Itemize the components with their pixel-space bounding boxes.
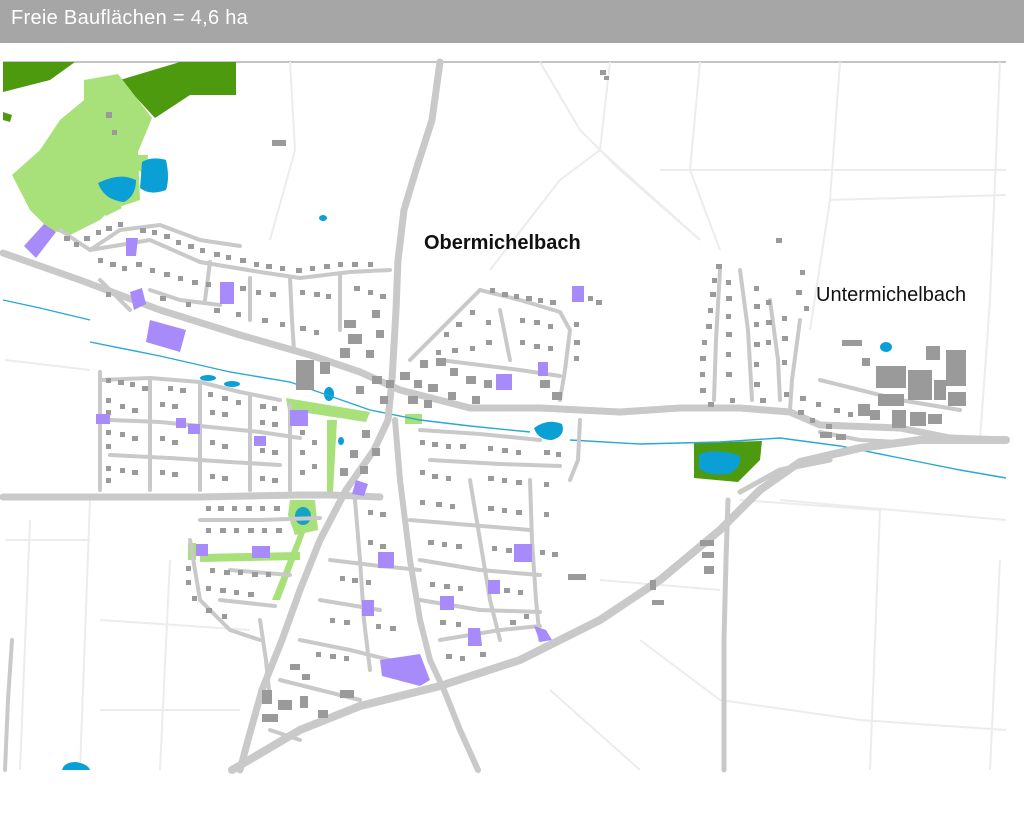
free-plot: [538, 362, 548, 376]
free-plot: [572, 286, 584, 302]
free-plot: [362, 600, 374, 616]
free-plot: [468, 628, 482, 646]
free-plot: [514, 544, 532, 562]
free-plot: [254, 436, 266, 446]
free-plot: [534, 626, 552, 642]
free-plot: [126, 238, 138, 256]
free-plot: [252, 546, 270, 558]
free-plot: [496, 374, 512, 390]
free-plot: [378, 552, 394, 568]
map-view[interactable]: Obermichelbach Untermichelbach: [0, 0, 1024, 819]
free-plot: [188, 424, 200, 434]
place-label-obermichelbach: Obermichelbach: [424, 232, 581, 254]
free-plot: [220, 282, 234, 304]
free-plot: [440, 596, 454, 610]
place-label-untermichelbach: Untermichelbach: [816, 284, 966, 306]
free-plot: [176, 418, 186, 428]
free-plot: [24, 224, 56, 258]
free-plot: [196, 544, 208, 556]
free-plot: [290, 410, 308, 426]
free-plot: [146, 320, 186, 352]
free-plot: [96, 414, 110, 424]
free-plot: [488, 580, 500, 594]
map-svg: Obermichelbach Untermichelbach: [0, 58, 1010, 774]
